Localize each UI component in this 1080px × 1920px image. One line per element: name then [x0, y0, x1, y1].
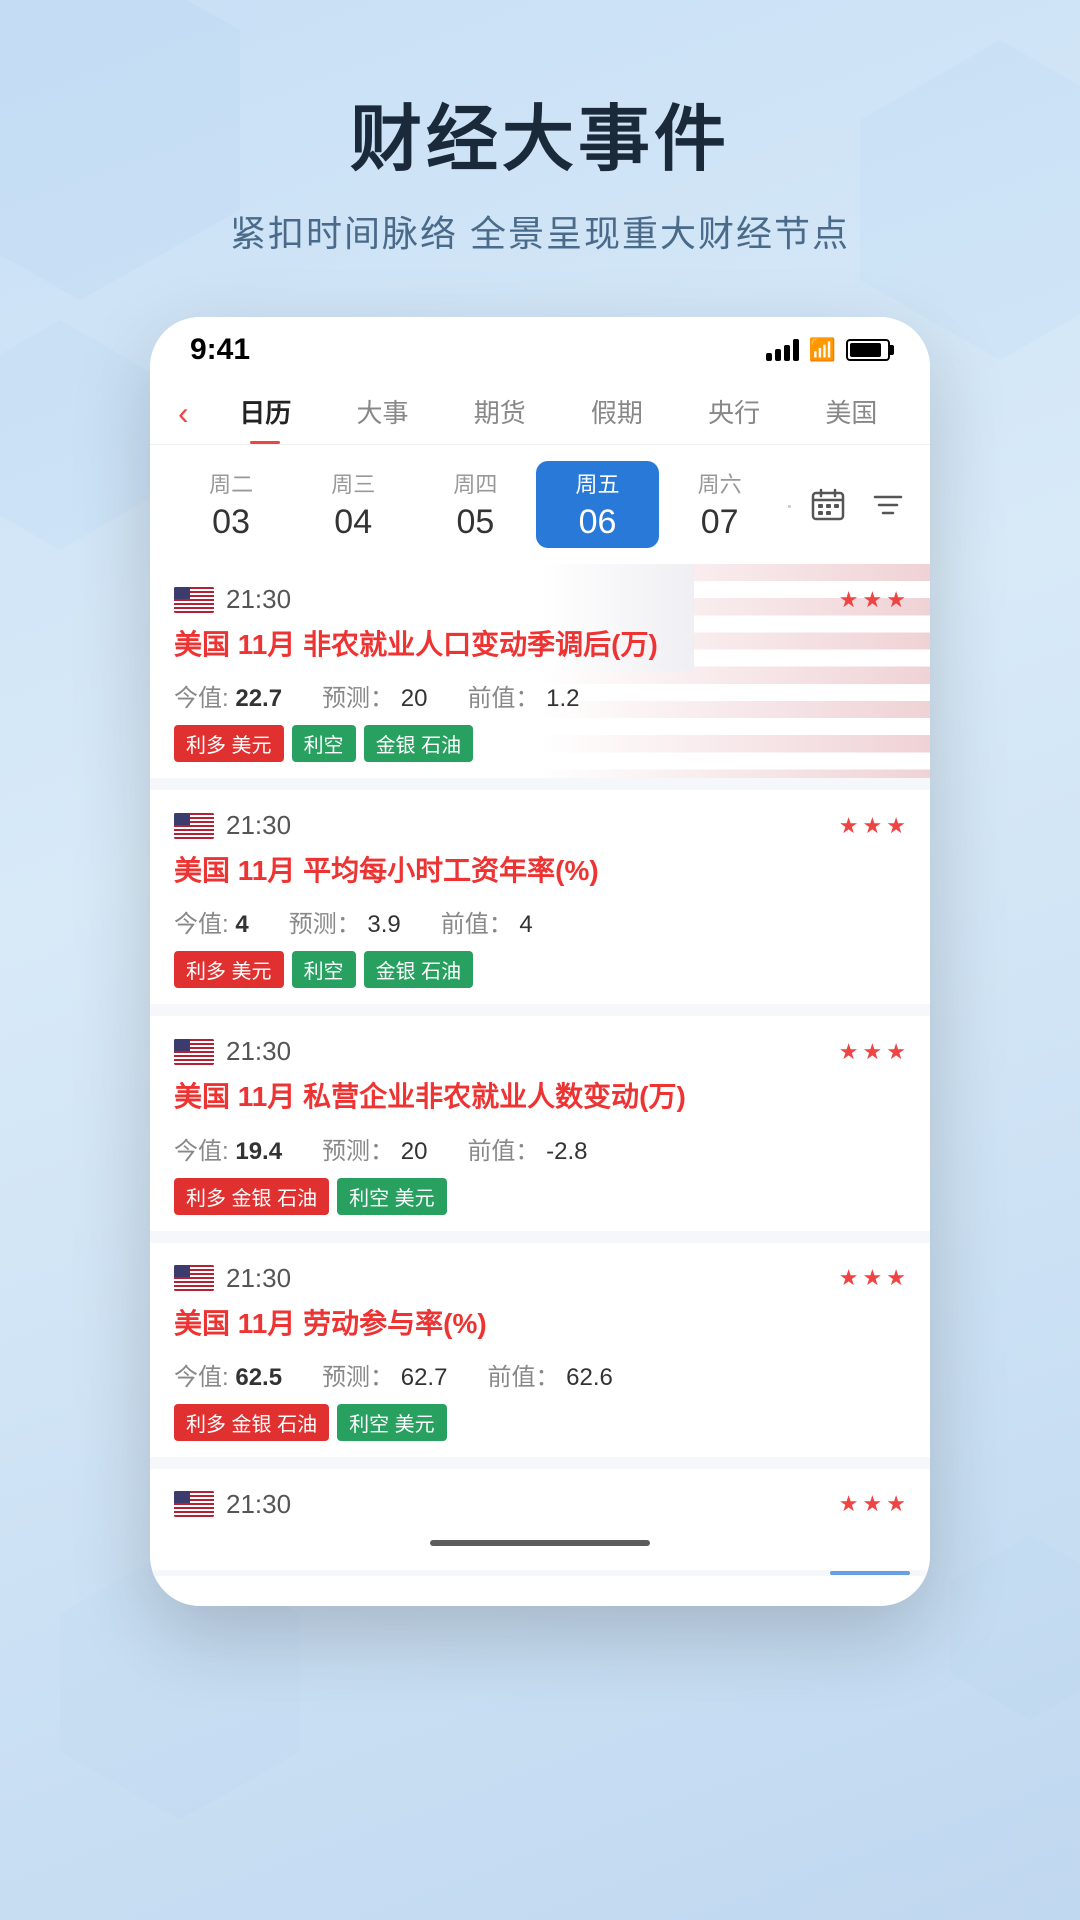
status-icons: 📶 — [766, 337, 890, 363]
event-card-4[interactable]: 21:30 ★ ★ ★ 美国 11月 劳动参与率(%) 今值: 62.5 预测：… — [150, 1243, 930, 1457]
date-item-wed[interactable]: 周三 04 — [292, 467, 414, 542]
event-2-forecast: 预测： 3.9 — [289, 904, 401, 939]
us-flag-3 — [174, 1039, 214, 1065]
event-3-time: 21:30 — [226, 1036, 291, 1067]
page-title: 财经大事件 — [60, 80, 1020, 185]
tag-2-2: 利空 — [292, 951, 356, 988]
battery-icon — [846, 339, 890, 361]
event-3-stats: 今值: 19.4 预测： 20 前值： -2.8 — [174, 1131, 906, 1166]
event-2-prev: 前值： 4 — [441, 904, 533, 939]
event-card-1[interactable]: 21:30 ★ ★ ★ 美国 11月 非农就业人口变动季调后(万) 今值: 22… — [150, 564, 930, 778]
tab-holidays[interactable]: 假期 — [558, 383, 675, 444]
date-item-tue[interactable]: 周二 03 — [170, 467, 292, 542]
event-5-meta: 21:30 — [174, 1489, 291, 1520]
event-2-title: 美国 11月 平均每小时工资年率(%) — [174, 851, 906, 890]
event-4-time: 21:30 — [226, 1263, 291, 1294]
event-2-stats: 今值: 4 预测： 3.9 前值： 4 — [174, 904, 906, 939]
event-1-meta: 21:30 — [174, 584, 291, 615]
event-3-header: 21:30 ★ ★ ★ — [174, 1036, 906, 1067]
event-3-tags: 利多 金银 石油 利空 美元 — [174, 1178, 906, 1215]
us-flag-5 — [174, 1491, 214, 1517]
event-5-stars: ★ ★ ★ — [839, 1491, 906, 1517]
event-4-prev: 前值： 62.6 — [487, 1357, 612, 1392]
event-card-3[interactable]: 21:30 ★ ★ ★ 美国 11月 私营企业非农就业人数变动(万) 今值: 1… — [150, 1016, 930, 1230]
calendar-tool-icon[interactable] — [806, 483, 850, 527]
event-1-time: 21:30 — [226, 584, 291, 615]
event-4-stats: 今值: 62.5 预测： 62.7 前值： 62.6 — [174, 1357, 906, 1392]
us-flag-2 — [174, 813, 214, 839]
event-4-current: 今值: 62.5 — [174, 1357, 282, 1392]
event-4-tags: 利多 金银 石油 利空 美元 — [174, 1404, 906, 1441]
tag-3-2: 利空 美元 — [337, 1178, 447, 1215]
event-2-current: 今值: 4 — [174, 904, 249, 939]
event-2-header: 21:30 ★ ★ ★ — [174, 810, 906, 841]
event-2-time: 21:30 — [226, 810, 291, 841]
event-card-2[interactable]: 21:30 ★ ★ ★ 美国 11月 平均每小时工资年率(%) 今值: 4 预测… — [150, 790, 930, 1004]
date-tools — [806, 483, 910, 527]
event-5-header: 21:30 ★ ★ ★ — [174, 1489, 906, 1520]
event-2-meta: 21:30 — [174, 810, 291, 841]
event-3-title: 美国 11月 私营企业非农就业人数变动(万) — [174, 1077, 906, 1116]
event-3-stars: ★ ★ ★ — [839, 1039, 906, 1065]
event-card-5[interactable]: 21:30 ★ ★ ★ — [150, 1469, 930, 1558]
tag-1-3: 金银 石油 — [364, 725, 474, 762]
phone-mockup: 9:41 📶 ‹ 日历 大事 期货 假期 — [150, 317, 930, 1606]
date-item-fri[interactable]: 周五 06 — [536, 461, 658, 548]
back-button[interactable]: ‹ — [170, 395, 197, 432]
tag-1-1: 利多 美元 — [174, 725, 284, 762]
event-3-prev: 前值： -2.8 — [467, 1131, 587, 1166]
filter-tool-icon[interactable] — [866, 483, 910, 527]
event-4-stars: ★ ★ ★ — [839, 1265, 906, 1291]
event-2-tags: 利多 美元 利空 金银 石油 — [174, 951, 906, 988]
event-1-current: 今值: 22.7 — [174, 678, 282, 713]
us-flag-1 — [174, 587, 214, 613]
page-subtitle: 紧扣时间脉络 全景呈现重大财经节点 — [60, 205, 1020, 257]
tag-3-1: 利多 金银 石油 — [174, 1178, 329, 1215]
event-4-meta: 21:30 — [174, 1263, 291, 1294]
event-1-forecast: 预测： 20 — [322, 678, 427, 713]
status-time: 9:41 — [190, 333, 250, 367]
event-1-header: 21:30 ★ ★ ★ — [174, 584, 906, 615]
event-4-header: 21:30 ★ ★ ★ — [174, 1263, 906, 1294]
event-list: 21:30 ★ ★ ★ 美国 11月 非农就业人口变动季调后(万) 今值: 22… — [150, 564, 930, 1558]
event-1-tags: 利多 美元 利空 金银 石油 — [174, 725, 906, 762]
event-5-time: 21:30 — [226, 1489, 291, 1520]
tab-calendar[interactable]: 日历 — [207, 383, 324, 444]
tab-events[interactable]: 大事 — [324, 383, 441, 444]
tab-central-bank[interactable]: 央行 — [676, 383, 793, 444]
event-4-forecast: 预测： 62.7 — [322, 1357, 447, 1392]
wifi-icon: 📶 — [809, 337, 836, 363]
event-1-stats: 今值: 22.7 预测： 20 前值： 1.2 — [174, 678, 906, 713]
date-selector: 周二 03 周三 04 周四 05 周五 06 周六 07 · — [150, 445, 930, 564]
date-item-sat[interactable]: 周六 07 — [659, 467, 781, 542]
tag-2-1: 利多 美元 — [174, 951, 284, 988]
us-flag-4 — [174, 1265, 214, 1291]
event-1-prev: 前值： 1.2 — [467, 678, 579, 713]
signal-icon — [766, 339, 799, 361]
event-3-forecast: 预测： 20 — [322, 1131, 427, 1166]
event-3-meta: 21:30 — [174, 1036, 291, 1067]
date-item-thu[interactable]: 周四 05 — [414, 467, 536, 542]
event-2-stars: ★ ★ ★ — [839, 813, 906, 839]
event-3-current: 今值: 19.4 — [174, 1131, 282, 1166]
tag-4-1: 利多 金银 石油 — [174, 1404, 329, 1441]
event-1-stars: ★ ★ ★ — [839, 587, 906, 613]
tab-usa[interactable]: 美国 — [793, 383, 910, 444]
tab-futures[interactable]: 期货 — [441, 383, 558, 444]
tag-2-3: 金银 石油 — [364, 951, 474, 988]
tag-4-2: 利空 美元 — [337, 1404, 447, 1441]
tag-1-2: 利空 — [292, 725, 356, 762]
status-bar: 9:41 📶 — [150, 317, 930, 375]
nav-tabs: ‹ 日历 大事 期货 假期 央行 美国 — [150, 375, 930, 445]
event-1-title: 美国 11月 非农就业人口变动季调后(万) — [174, 625, 906, 664]
page-header: 财经大事件 紧扣时间脉络 全景呈现重大财经节点 — [0, 0, 1080, 297]
event-4-title: 美国 11月 劳动参与率(%) — [174, 1304, 906, 1343]
